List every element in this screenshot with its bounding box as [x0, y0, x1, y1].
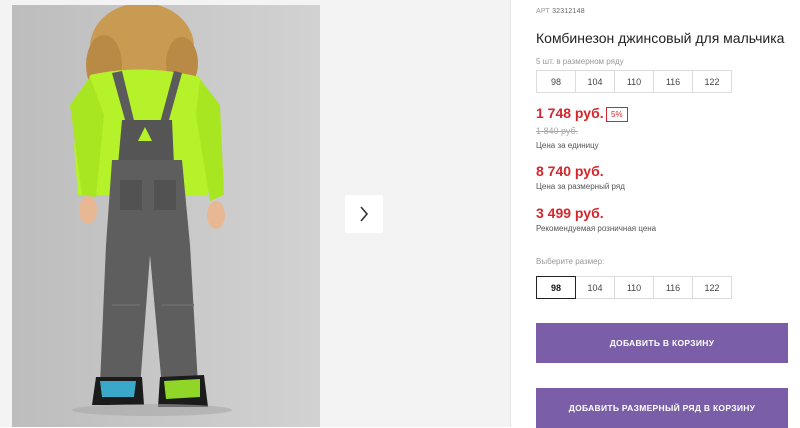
pack-size-label: 5 шт. в размерном ряду [536, 57, 624, 66]
product-gallery [0, 0, 510, 427]
article-label: АРТ [536, 8, 550, 15]
size-option-122[interactable]: 122 [692, 276, 732, 299]
product-info: АРТ 32312148 Комбинезон джинсовый для ма… [536, 0, 788, 428]
discount-badge: 5% [606, 107, 628, 122]
size-selector: 98 104 110 116 122 [536, 276, 732, 299]
old-price: 1 840 руб. [536, 126, 579, 136]
size-option-116[interactable]: 116 [653, 276, 693, 299]
article: АРТ 32312148 [536, 8, 585, 15]
chevron-right-icon [360, 206, 369, 222]
size-option-110[interactable]: 110 [614, 276, 654, 299]
pack-size-cell: 104 [575, 70, 615, 93]
pack-size-row: 98 104 110 116 122 [536, 70, 732, 93]
retail-price-caption: Рекомендуемая розничная цена [536, 224, 657, 233]
next-image-button[interactable] [345, 195, 383, 233]
choose-size-label: Выберите размер: [536, 257, 605, 266]
article-number: 32312148 [552, 8, 585, 15]
pack-size-cell: 116 [653, 70, 693, 93]
pack-price-caption: Цена за размерный ряд [536, 182, 625, 191]
pack-price: 8 740 руб. [536, 163, 604, 179]
add-pack-to-cart-button[interactable]: ДОБАВИТЬ РАЗМЕРНЫЙ РЯД В КОРЗИНУ [536, 388, 788, 428]
pack-size-cell: 110 [614, 70, 654, 93]
unit-price-caption: Цена за единицу [536, 141, 599, 150]
size-option-104[interactable]: 104 [575, 276, 615, 299]
pack-size-cell: 122 [692, 70, 732, 93]
divider [510, 0, 511, 427]
unit-price: 1 748 руб. [536, 105, 604, 121]
pack-size-cell: 98 [536, 70, 576, 93]
retail-price: 3 499 руб. [536, 205, 604, 221]
product-title: Комбинезон джинсовый для мальчика [536, 30, 785, 46]
product-photo [12, 5, 320, 427]
add-to-cart-button[interactable]: ДОБАВИТЬ В КОРЗИНУ [536, 323, 788, 363]
size-option-98[interactable]: 98 [536, 276, 576, 299]
